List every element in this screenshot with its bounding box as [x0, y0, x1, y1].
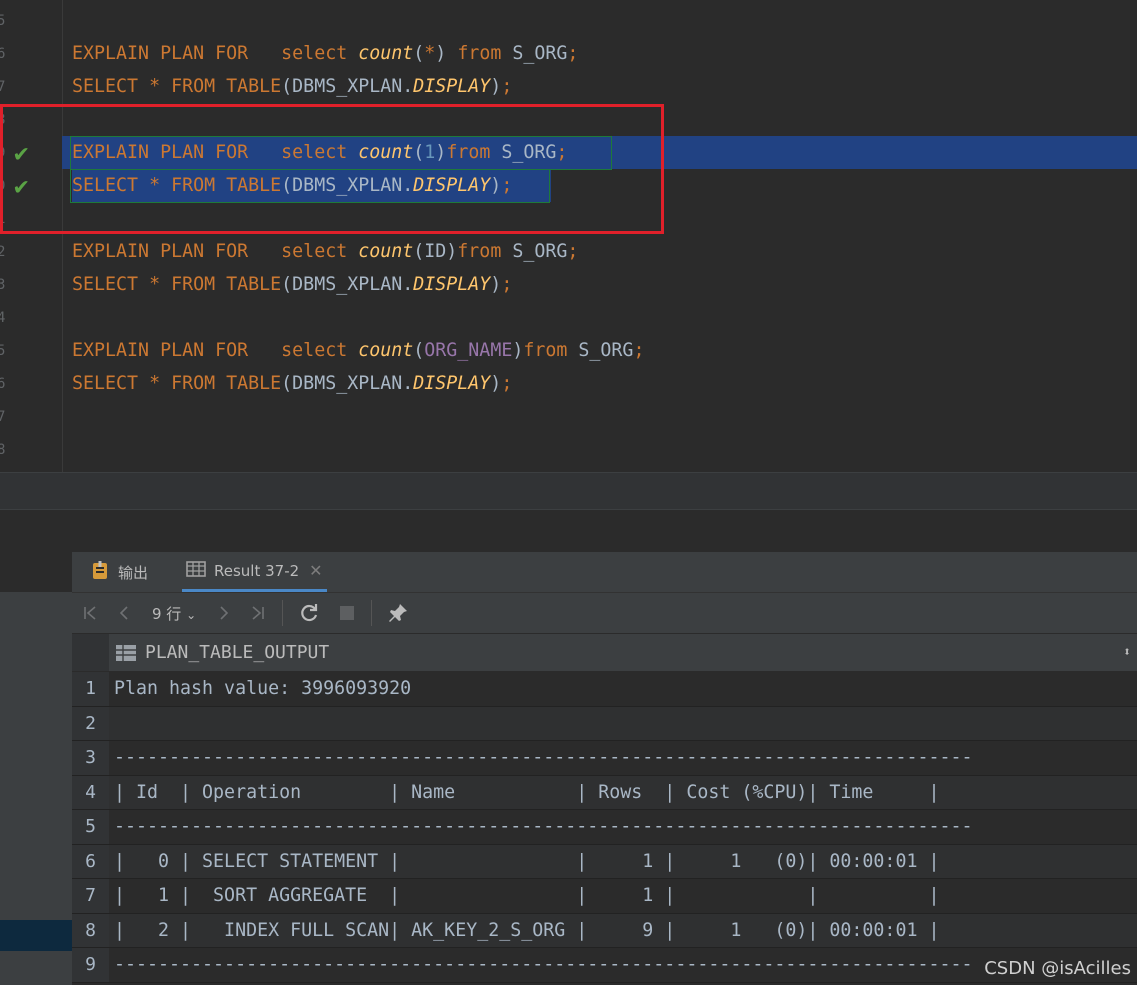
- table-row[interactable]: 6 | 0 | SELECT STATEMENT | | 1 | 1 (0)| 0…: [72, 844, 1137, 879]
- table-cell[interactable]: | 2 | INDEX FULL SCAN| AK_KEY_2_S_ORG | …: [114, 914, 939, 948]
- table-cell[interactable]: ----------------------------------------…: [114, 948, 973, 982]
- row-number[interactable]: 6: [72, 844, 109, 878]
- table-cell[interactable]: | 0 | SELECT STATEMENT | | 1 | 1 (0)| 00…: [114, 845, 939, 879]
- last-page-icon[interactable]: [250, 605, 266, 621]
- result-grid: PLAN_TABLE_OUTPUT ⬍ 1 Plan hash value: 39…: [72, 634, 1137, 983]
- table-row[interactable]: 8 | 2 | INDEX FULL SCAN| AK_KEY_2_S_ORG |…: [72, 913, 1137, 948]
- code-line[interactable]: EXPLAIN PLAN FOR select count(ORG_NAME)f…: [72, 334, 644, 367]
- toolbar-divider: [282, 600, 284, 626]
- rows-dropdown[interactable]: 9 行 ⌄: [152, 603, 196, 624]
- pin-icon[interactable]: [388, 603, 408, 623]
- row-number[interactable]: 7: [72, 879, 109, 913]
- table-row[interactable]: 5 ---------------------------------------…: [72, 810, 1137, 845]
- line-number: 7: [0, 79, 6, 95]
- splitter[interactable]: [0, 472, 1137, 510]
- table-row[interactable]: 2: [72, 706, 1137, 741]
- code-line[interactable]: EXPLAIN PLAN FOR select count(*) from S_…: [72, 37, 578, 70]
- tab-label: 输出: [118, 563, 149, 582]
- line-number: 3: [0, 277, 6, 293]
- table-cell[interactable]: | Id | Operation | Name | Rows | Cost (%…: [114, 776, 939, 810]
- rows-label: 9 行: [152, 604, 182, 623]
- code-line[interactable]: EXPLAIN PLAN FOR select count(ID)from S_…: [72, 235, 578, 268]
- refresh-icon[interactable]: [299, 603, 319, 623]
- table-cell[interactable]: | 1 | SORT AGGREGATE | | 1 | | |: [114, 879, 939, 913]
- row-number[interactable]: 9: [72, 948, 109, 982]
- next-page-icon[interactable]: [218, 605, 230, 621]
- watermark: CSDN @isAcilles: [984, 958, 1131, 979]
- table-row[interactable]: 1 Plan hash value: 3996093920: [72, 672, 1137, 707]
- sort-icon[interactable]: ⬍: [1123, 634, 1131, 671]
- column-header[interactable]: PLAN_TABLE_OUTPUT: [145, 634, 329, 671]
- chevron-down-icon: ⌄: [186, 607, 197, 622]
- row-number[interactable]: 4: [72, 775, 109, 809]
- result-tabs: 输出 Result 37-2 ✕: [72, 552, 1137, 593]
- sql-editor[interactable]: 56789012345678 EXPLAIN PLAN FOR select c…: [0, 0, 1137, 472]
- result-toolbar: 9 行 ⌄: [72, 593, 1137, 633]
- grid-header: PLAN_TABLE_OUTPUT ⬍: [72, 634, 1137, 672]
- row-number[interactable]: 5: [72, 810, 109, 844]
- table-row[interactable]: 4 | Id | Operation | Name | Rows | Cost (…: [72, 775, 1137, 810]
- line-number: 5: [0, 343, 6, 359]
- table-row[interactable]: 3 ---------------------------------------…: [72, 741, 1137, 776]
- tab-output[interactable]: 输出: [92, 552, 148, 592]
- close-icon[interactable]: ✕: [309, 561, 322, 580]
- first-page-icon[interactable]: [82, 605, 98, 621]
- stop-icon[interactable]: [339, 605, 355, 621]
- output-icon: [92, 560, 110, 584]
- row-number[interactable]: 8: [72, 913, 109, 947]
- line-number: 6: [0, 46, 6, 62]
- table-cell[interactable]: ----------------------------------------…: [114, 741, 973, 775]
- row-number[interactable]: 2: [72, 706, 109, 740]
- line-number: 2: [0, 244, 6, 260]
- line-number-gutter: 56789012345678: [0, 0, 63, 472]
- column-icon: [116, 645, 136, 661]
- grid-corner: [72, 634, 109, 671]
- tab-label: Result 37-2: [214, 561, 300, 580]
- line-number: 4: [0, 310, 6, 326]
- row-number[interactable]: 3: [72, 741, 109, 775]
- table-row[interactable]: 7 | 1 | SORT AGGREGATE | | 1 | | |: [72, 879, 1137, 914]
- code-line[interactable]: SELECT * FROM TABLE(DBMS_XPLAN.DISPLAY);: [72, 367, 512, 400]
- row-number[interactable]: 1: [72, 672, 109, 706]
- table-icon: [186, 560, 206, 581]
- table-cell[interactable]: Plan hash value: 3996093920: [114, 672, 411, 706]
- prev-page-icon[interactable]: [118, 605, 130, 621]
- results-panel: 输出 Result 37-2 ✕ 9 行 ⌄ PLAN_TABLE_OUTPUT…: [0, 510, 1137, 985]
- table-cell[interactable]: ----------------------------------------…: [114, 810, 973, 844]
- left-strip-selection: [0, 920, 72, 951]
- toolbar-divider: [371, 600, 373, 626]
- line-number: 5: [0, 13, 6, 29]
- table-row[interactable]: 9 ---------------------------------------…: [72, 948, 1137, 983]
- annotation-frame: [0, 104, 664, 234]
- line-number: 8: [0, 442, 6, 458]
- line-number: 7: [0, 409, 6, 425]
- line-number: 6: [0, 376, 6, 392]
- code-line[interactable]: SELECT * FROM TABLE(DBMS_XPLAN.DISPLAY);: [72, 268, 512, 301]
- tab-result[interactable]: Result 37-2 ✕: [182, 552, 327, 592]
- code-line[interactable]: SELECT * FROM TABLE(DBMS_XPLAN.DISPLAY);: [72, 70, 512, 103]
